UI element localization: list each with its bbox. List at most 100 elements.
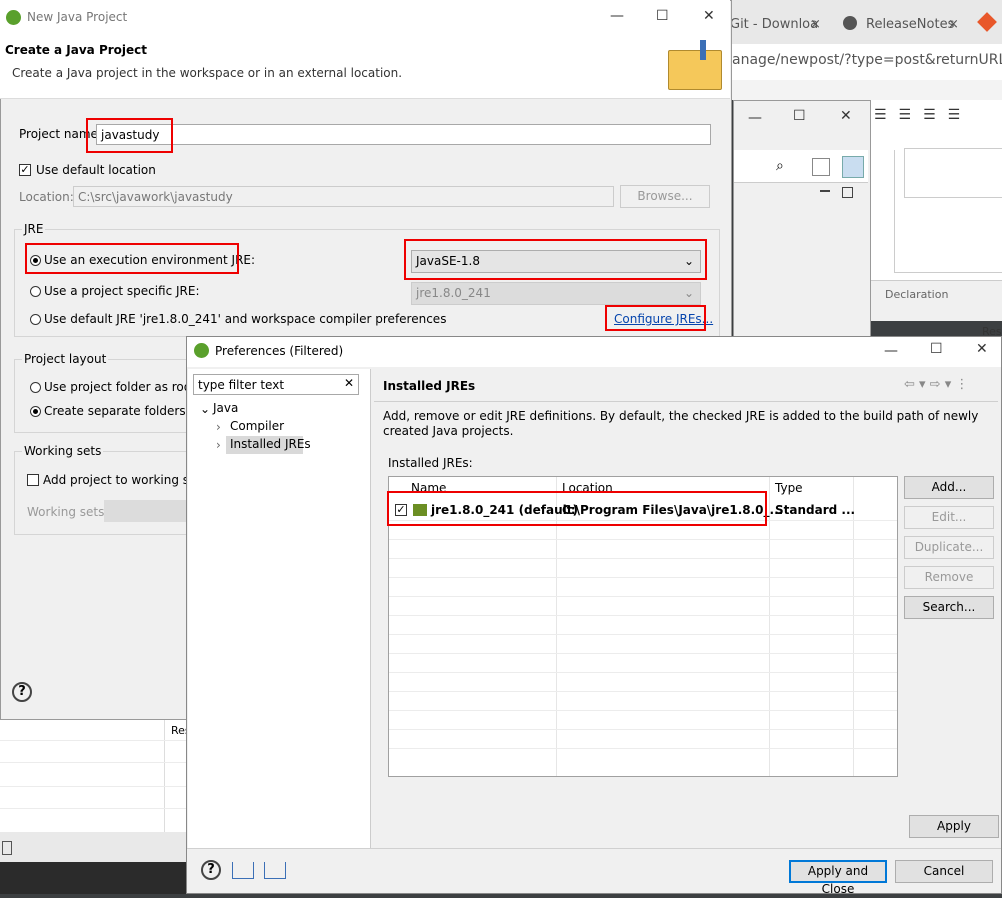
cancel-button[interactable]: Cancel xyxy=(895,860,993,883)
tree-collapse-icon[interactable]: › xyxy=(216,420,221,434)
separate-folders-label: Create separate folders for xyxy=(44,404,206,418)
help-icon[interactable]: ? xyxy=(12,682,32,702)
panel-row-line xyxy=(0,808,186,809)
installed-jres-label: Installed JREs: xyxy=(388,456,473,470)
tree-item-installed-jres[interactable]: Installed JREs xyxy=(230,437,311,451)
table-row-line xyxy=(389,691,897,692)
location-input[interactable]: C:\src\javawork\javastudy xyxy=(73,186,614,207)
jre-group-label: JRE xyxy=(22,222,46,236)
import-icon[interactable] xyxy=(232,862,254,879)
column-divider xyxy=(769,477,770,776)
specific-jre-combo[interactable]: jre1.8.0_241 ⌄ xyxy=(411,282,701,305)
table-row-line xyxy=(389,539,897,540)
project-name-input[interactable]: javastudy xyxy=(96,124,711,145)
filter-input[interactable]: type filter text xyxy=(193,374,359,395)
add-button[interactable]: Add... xyxy=(904,476,994,499)
browser-tab-releasenotes[interactable]: ReleaseNotes xyxy=(866,17,954,32)
panel-status-bar xyxy=(0,832,186,862)
maximize-icon[interactable]: ☐ xyxy=(930,341,943,357)
add-working-set-checkbox[interactable] xyxy=(27,474,39,486)
apply-button[interactable]: Apply xyxy=(909,815,999,838)
table-row-line xyxy=(389,653,897,654)
table-row-line xyxy=(389,615,897,616)
back-nav-icon[interactable]: ⇦ ▾ ⇨ ▾ ⋮ xyxy=(904,377,968,392)
chevron-down-icon: ⌄ xyxy=(683,286,694,300)
table-row-line xyxy=(389,672,897,673)
search-icon[interactable]: ⌕ xyxy=(776,158,784,174)
panel-row-line xyxy=(0,762,186,763)
page-description: Add, remove or edit JRE definitions. By … xyxy=(383,409,979,438)
highlight-box xyxy=(404,239,707,280)
taskbar xyxy=(0,862,186,894)
tree-item-compiler[interactable]: Compiler xyxy=(230,419,284,433)
highlight-box xyxy=(86,118,173,153)
highlight-box xyxy=(387,491,767,526)
declaration-tab[interactable]: Declaration xyxy=(885,288,948,301)
tab-close-icon[interactable]: × xyxy=(810,17,821,32)
specific-jre-combo-value: jre1.8.0_241 xyxy=(416,286,491,300)
close-icon[interactable]: ✕ xyxy=(976,341,988,357)
panel-divider xyxy=(164,720,165,832)
search-button[interactable]: Search... xyxy=(904,596,994,619)
working-sets-group xyxy=(14,451,214,535)
tree-item-java[interactable]: Java xyxy=(213,401,238,415)
default-jre-label: Use default JRE 'jre1.8.0_241' and works… xyxy=(44,312,447,326)
separate-folders-radio[interactable] xyxy=(30,406,41,417)
duplicate-button[interactable]: Duplicate... xyxy=(904,536,994,559)
minimize-icon[interactable]: — xyxy=(748,110,762,126)
table-row-line xyxy=(389,729,897,730)
minimize-icon[interactable]: — xyxy=(610,8,624,24)
wizard-header-title: Create a Java Project xyxy=(5,43,148,57)
project-root-radio[interactable] xyxy=(30,382,41,393)
tree-expand-icon[interactable]: ⌄ xyxy=(200,402,210,416)
project-layout-label: Project layout xyxy=(22,352,109,366)
table-row-line xyxy=(389,710,897,711)
project-specific-radio[interactable] xyxy=(30,286,41,297)
panel-row-line xyxy=(0,740,186,741)
use-default-location-checkbox[interactable]: ✓ xyxy=(19,164,31,176)
table-row-line xyxy=(389,577,897,578)
project-root-label: Use project folder as root f xyxy=(44,380,204,394)
footer-divider xyxy=(187,848,1001,849)
close-icon[interactable]: ✕ xyxy=(703,8,715,24)
folder-arrow-icon xyxy=(700,40,706,60)
column-header-type[interactable]: Type xyxy=(775,481,803,495)
help-icon[interactable]: ? xyxy=(201,860,221,880)
java-perspective-icon[interactable] xyxy=(842,156,864,178)
default-jre-radio[interactable] xyxy=(30,314,41,325)
project-layout-group xyxy=(14,359,214,433)
jre-row-type[interactable]: Standard ... xyxy=(775,503,855,517)
table-row-line xyxy=(389,748,897,749)
tree-collapse-icon[interactable]: › xyxy=(216,438,221,452)
dialog-title: New Java Project xyxy=(27,10,128,24)
location-label: Location: xyxy=(19,190,74,204)
apply-and-close-button[interactable]: Apply and Close xyxy=(789,860,887,896)
export-icon[interactable] xyxy=(264,862,286,879)
minimize-view-icon[interactable] xyxy=(820,190,830,192)
align-icons[interactable]: ☰☰☰☰ xyxy=(874,107,972,123)
minimize-icon[interactable]: — xyxy=(884,343,898,359)
edit-button[interactable]: Edit... xyxy=(904,506,994,529)
working-sets-group-label: Working sets xyxy=(22,444,104,458)
editor-frame xyxy=(894,150,1002,273)
trash-icon[interactable] xyxy=(2,841,12,855)
maximize-icon[interactable]: ☐ xyxy=(656,8,669,24)
eclipse-spring-icon xyxy=(194,343,209,358)
highlight-box xyxy=(25,243,239,274)
close-icon[interactable]: ✕ xyxy=(840,108,852,124)
eclipse-spring-icon xyxy=(6,10,21,25)
browser-tab-git[interactable]: Git - Downloa xyxy=(730,17,818,32)
tab-close-icon[interactable]: × xyxy=(948,17,959,32)
maximize-icon[interactable]: ☐ xyxy=(793,108,806,124)
browse-button[interactable]: Browse... xyxy=(620,185,710,208)
folder-icon xyxy=(668,50,722,90)
address-bar-url: anage/newpost/?type=post&returnURL=%2 xyxy=(732,52,1002,68)
table-row-line xyxy=(389,558,897,559)
new-package-icon[interactable] xyxy=(812,158,830,176)
clear-filter-icon[interactable]: ✕ xyxy=(344,376,354,390)
project-specific-label: Use a project specific JRE: xyxy=(44,284,200,298)
maximize-view-icon[interactable] xyxy=(842,187,853,198)
page-divider xyxy=(374,401,998,402)
remove-button[interactable]: Remove xyxy=(904,566,994,589)
working-sets-combo[interactable] xyxy=(104,500,186,522)
